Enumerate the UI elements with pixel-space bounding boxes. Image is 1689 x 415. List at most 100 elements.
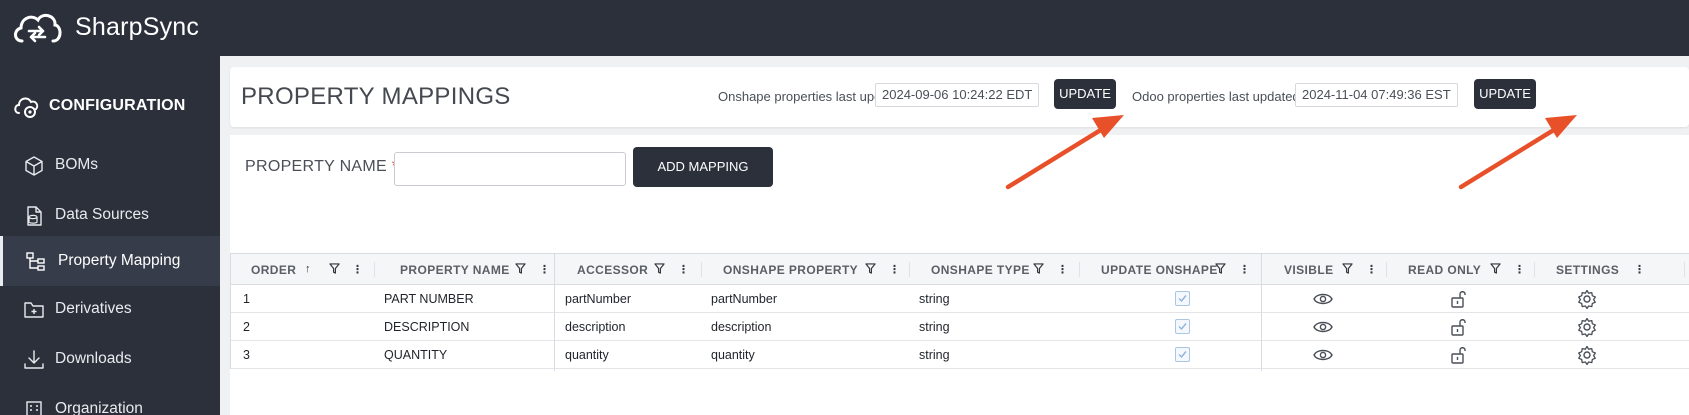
sidebar-item-label: Downloads xyxy=(55,350,132,367)
sidebar-item-organization[interactable]: Organization xyxy=(0,386,220,415)
column-menu-icon[interactable]: ⋮ xyxy=(539,263,550,276)
folder-plus-icon xyxy=(24,302,44,318)
page-title: PROPERTY MAPPINGS xyxy=(241,83,511,110)
sidebar-item-data-sources[interactable]: Data Sources xyxy=(0,192,220,238)
column-header-accessor[interactable]: ACCESSOR ⋮ xyxy=(555,254,701,285)
filter-icon[interactable] xyxy=(1342,263,1353,274)
sidebar-header-label: CONFIGURATION xyxy=(49,97,186,114)
cell-property-name: PART NUMBER xyxy=(384,292,474,306)
sidebar-item-label: Property Mapping xyxy=(58,252,181,269)
tree-diagram-icon xyxy=(26,252,45,271)
table-row[interactable]: 2 DESCRIPTION description description st… xyxy=(231,313,1689,341)
cell-onshape-type: string xyxy=(919,292,950,306)
brand-name: SharpSync xyxy=(75,13,200,41)
cell-accessor: description xyxy=(565,320,626,334)
column-header-update-onshape[interactable]: UPDATE ONSHAPE ⋮ xyxy=(1079,254,1261,285)
column-header-settings[interactable]: SETTINGS ⋮ xyxy=(1534,254,1684,285)
eye-icon[interactable] xyxy=(1313,289,1333,309)
sort-ascending-icon[interactable]: ↑ xyxy=(305,263,311,275)
add-mapping-button[interactable]: ADD MAPPING xyxy=(633,147,773,187)
onshape-updated-timestamp: 2024-09-06 10:24:22 EDT xyxy=(875,83,1040,107)
gear-icon[interactable] xyxy=(1577,289,1597,309)
unlock-icon[interactable] xyxy=(1449,317,1469,337)
unlock-icon[interactable] xyxy=(1449,345,1469,365)
sidebar-item-derivatives[interactable]: Derivatives xyxy=(0,286,220,332)
column-menu-icon[interactable]: ⋮ xyxy=(1514,263,1525,276)
column-header-read-only[interactable]: READ ONLY ⋮ xyxy=(1386,254,1534,285)
column-header-onshape-property[interactable]: ONSHAPE PROPERTY ⋮ xyxy=(701,254,909,285)
cell-accessor: quantity xyxy=(565,348,609,362)
sidebar-item-label: Organization xyxy=(55,400,143,415)
column-label: ONSHAPE TYPE xyxy=(931,263,1030,277)
sidebar-item-property-mapping[interactable]: Property Mapping xyxy=(0,236,220,286)
sidebar-item-boms[interactable]: BOMs xyxy=(0,142,220,188)
cell-onshape-property: description xyxy=(711,320,772,334)
column-header-property-name[interactable]: PROPERTY NAME ⋮ xyxy=(374,254,564,285)
column-label: ONSHAPE PROPERTY xyxy=(723,263,859,277)
gear-icon[interactable] xyxy=(1577,345,1597,365)
column-menu-icon[interactable]: ⋮ xyxy=(1239,263,1250,276)
update-onshape-checkbox[interactable] xyxy=(1175,319,1190,334)
sidebar: CONFIGURATION BOMs Data Sources Property… xyxy=(0,56,220,415)
update-onshape-checkbox[interactable] xyxy=(1175,291,1190,306)
filter-icon[interactable] xyxy=(515,263,526,274)
column-menu-icon[interactable]: ⋮ xyxy=(678,263,689,276)
table-row[interactable]: 1 PART NUMBER partNumber partNumber stri… xyxy=(231,285,1689,313)
column-menu-icon[interactable]: ⋮ xyxy=(1634,263,1645,276)
sidebar-item-downloads[interactable]: Downloads xyxy=(0,336,220,382)
odoo-update-button[interactable]: UPDATE xyxy=(1474,79,1536,109)
database-file-icon xyxy=(27,206,42,226)
odoo-updated-label: Odoo properties last updated xyxy=(1132,89,1300,104)
cell-order: 3 xyxy=(243,348,250,362)
sidebar-header-configuration[interactable]: CONFIGURATION xyxy=(0,82,220,130)
column-menu-icon[interactable]: ⋮ xyxy=(1057,263,1068,276)
column-label: VISIBLE xyxy=(1284,263,1334,277)
column-menu-icon[interactable]: ⋮ xyxy=(889,263,900,276)
sidebar-item-label: Data Sources xyxy=(55,206,149,223)
property-name-input[interactable] xyxy=(394,152,626,186)
top-bar: SharpSync xyxy=(0,0,1689,56)
mappings-panel: PROPERTY NAME * ADD MAPPING ORDER ↑ ⋮ PR… xyxy=(230,135,1689,415)
cell-accessor: partNumber xyxy=(565,292,631,306)
header-separator xyxy=(1684,262,1685,277)
table-row[interactable]: 3 QUANTITY quantity quantity string xyxy=(231,341,1689,369)
column-label: SETTINGS xyxy=(1556,263,1620,277)
cube-icon xyxy=(25,156,43,176)
cell-property-name: DESCRIPTION xyxy=(384,320,470,334)
gear-icon[interactable] xyxy=(1577,317,1597,337)
column-menu-icon[interactable]: ⋮ xyxy=(352,263,363,276)
column-header-visible[interactable]: VISIBLE ⋮ xyxy=(1262,254,1386,285)
cell-onshape-type: string xyxy=(919,320,950,334)
onshape-update-button[interactable]: UPDATE xyxy=(1054,79,1116,109)
cell-property-name: QUANTITY xyxy=(384,348,448,362)
pinned-column-divider xyxy=(554,254,555,371)
filter-icon[interactable] xyxy=(1215,263,1226,274)
main-content: PROPERTY MAPPINGS Onshape properties las… xyxy=(220,56,1689,415)
update-onshape-checkbox[interactable] xyxy=(1175,347,1190,362)
column-label: ORDER xyxy=(251,263,297,277)
filter-icon[interactable] xyxy=(1490,263,1501,274)
cell-order: 1 xyxy=(243,292,250,306)
column-header-order[interactable]: ORDER ↑ ⋮ xyxy=(231,254,373,285)
cell-onshape-property: quantity xyxy=(711,348,755,362)
column-header-onshape-type[interactable]: ONSHAPE TYPE ⋮ xyxy=(909,254,1079,285)
cell-onshape-property: partNumber xyxy=(711,292,777,306)
column-label: UPDATE ONSHAPE xyxy=(1101,263,1218,277)
eye-icon[interactable] xyxy=(1313,345,1333,365)
column-label: PROPERTY NAME xyxy=(400,263,510,277)
page-header: PROPERTY MAPPINGS Onshape properties las… xyxy=(230,67,1689,127)
column-label: ACCESSOR xyxy=(577,263,649,277)
filter-icon[interactable] xyxy=(329,263,340,274)
table-header: ORDER ↑ ⋮ PROPERTY NAME ⋮ ACCESSOR ⋮ ONS… xyxy=(231,254,1689,285)
filter-icon[interactable] xyxy=(1033,263,1044,274)
filter-icon[interactable] xyxy=(865,263,876,274)
unlock-icon[interactable] xyxy=(1449,289,1469,309)
pinned-column-divider xyxy=(1261,254,1262,371)
cloud-gear-icon xyxy=(14,97,39,118)
eye-icon[interactable] xyxy=(1313,317,1333,337)
column-menu-icon[interactable]: ⋮ xyxy=(1366,263,1377,276)
filter-icon[interactable] xyxy=(654,263,665,274)
sidebar-item-label: BOMs xyxy=(55,156,99,173)
sharpsync-logo-icon xyxy=(14,13,62,43)
sidebar-item-label: Derivatives xyxy=(55,300,132,317)
